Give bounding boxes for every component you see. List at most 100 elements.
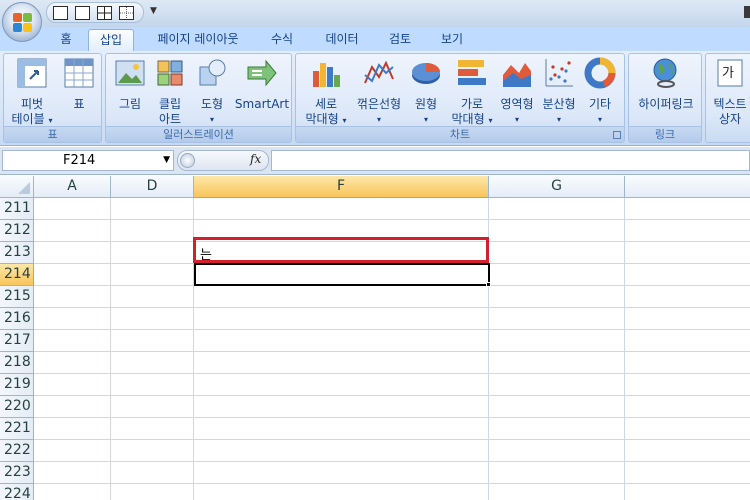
pie-chart-button[interactable]: 원형 ▾: [408, 57, 444, 127]
dropdown-arrow-icon: ▾: [488, 116, 493, 125]
scatter-chart-button[interactable]: 분산형 ▾: [538, 57, 580, 127]
clip-art-label-2: 아트: [158, 112, 182, 126]
area-chart-icon: [503, 63, 531, 87]
name-box[interactable]: F214 ▼: [2, 150, 174, 171]
smartart-button[interactable]: SmartArt: [234, 57, 290, 112]
column-header-d[interactable]: D: [111, 176, 194, 198]
column-header-next[interactable]: [625, 176, 750, 198]
column-header-f[interactable]: F: [194, 176, 489, 198]
smartart-icon: [247, 59, 277, 87]
name-box-dropdown-icon[interactable]: ▼: [163, 151, 170, 170]
row-header-213[interactable]: 213: [0, 242, 34, 264]
row-header-216[interactable]: 216: [0, 308, 34, 330]
row-header-212[interactable]: 212: [0, 220, 34, 242]
tab-data[interactable]: 데이터: [316, 29, 368, 51]
ribbon-tabs: 홈 삽입 페이지 레이아웃 수식 데이터 검토 보기: [0, 27, 750, 51]
resize-handle-icon[interactable]: [180, 153, 195, 168]
other-chart-button[interactable]: 기타 ▾: [582, 57, 618, 127]
globe-link-icon: [653, 58, 677, 88]
border-outer-icon[interactable]: [75, 6, 90, 20]
pie-chart-label: 원형: [414, 97, 438, 111]
shapes-button[interactable]: 도형 ▾: [194, 57, 230, 127]
border-inner-dotted-icon[interactable]: [119, 6, 134, 20]
office-logo-icon: [13, 13, 33, 33]
column-header-a[interactable]: A: [34, 176, 111, 198]
row-header-215[interactable]: 215: [0, 286, 34, 308]
customize-qat-dropdown-icon[interactable]: ▼: [150, 6, 157, 16]
textbox-label-2: 상자: [718, 112, 742, 126]
title-bar: ▼: [0, 0, 750, 27]
formula-controls: fx: [177, 150, 269, 171]
scatter-chart-icon: [545, 59, 573, 87]
textbox-button[interactable]: 가 텍스트 상자: [708, 57, 750, 127]
picture-button[interactable]: 그림: [112, 57, 148, 112]
spreadsheet-grid[interactable]: A D F G 211 212 213 214 215 216 217 218 …: [0, 176, 750, 500]
pivot-label-2: 테이블: [11, 112, 45, 126]
charts-dialog-launcher-icon[interactable]: [613, 131, 621, 139]
clip-art-button[interactable]: 클립 아트: [152, 57, 188, 127]
column-chart-button[interactable]: 세로 막대형 ▾: [300, 57, 352, 128]
tab-home[interactable]: 홈: [50, 29, 82, 51]
pivot-table-icon: [17, 58, 47, 88]
select-all-button[interactable]: [0, 176, 34, 198]
picture-icon: [115, 60, 145, 86]
tab-review[interactable]: 검토: [380, 29, 420, 51]
row-header-224[interactable]: 224: [0, 484, 34, 500]
other-chart-label: 기타: [588, 97, 612, 111]
doughnut-chart-icon: [584, 57, 616, 89]
row-header-219[interactable]: 219: [0, 374, 34, 396]
highlight-box: [193, 237, 489, 263]
table-icon: [64, 58, 94, 88]
office-button[interactable]: [2, 2, 42, 42]
ribbon: 피벗 테이블 ▾ 표 표 그림 클립 아트 도형 ▾ SmartArt 일러스트…: [0, 51, 750, 146]
tab-insert[interactable]: 삽입: [88, 29, 134, 51]
dropdown-arrow-icon: ▾: [209, 115, 214, 124]
bar-chart-label-1: 가로: [460, 97, 484, 111]
insert-function-icon[interactable]: fx: [250, 152, 261, 166]
pivot-table-button[interactable]: 피벗 테이블 ▾: [8, 57, 56, 128]
textbox-label-1: 텍스트: [713, 97, 747, 111]
dropdown-arrow-icon: ▾: [597, 115, 602, 124]
row-header-220[interactable]: 220: [0, 396, 34, 418]
fill-handle[interactable]: [486, 282, 491, 287]
table-button[interactable]: 표: [60, 57, 98, 112]
row-header-214[interactable]: 214: [0, 264, 34, 286]
bar-chart-label-2: 막대형: [451, 112, 485, 126]
group-label-links: 링크: [629, 126, 701, 142]
hyperlink-label: 하이퍼링크: [638, 97, 694, 111]
tab-page-layout[interactable]: 페이지 레이아웃: [146, 29, 250, 51]
group-illustrations: 그림 클립 아트 도형 ▾ SmartArt 일러스트레이션: [105, 53, 292, 143]
active-cell-f214[interactable]: [194, 263, 490, 286]
area-chart-button[interactable]: 영역형 ▾: [496, 57, 538, 127]
group-charts: 세로 막대형 ▾ 꺾은선형 ▾ 원형 ▾ 가로 막대형 ▾ 영역형 ▾ 분산형 …: [295, 53, 625, 143]
clip-art-icon: [157, 60, 183, 86]
dropdown-arrow-icon: ▾: [342, 116, 347, 125]
row-header-211[interactable]: 211: [0, 198, 34, 220]
group-label-charts: 차트: [296, 126, 624, 142]
line-chart-label: 꺾은선형: [356, 97, 402, 111]
tab-formulas[interactable]: 수식: [262, 29, 302, 51]
column-header-g[interactable]: G: [489, 176, 625, 198]
row-header-222[interactable]: 222: [0, 440, 34, 462]
row-header-218[interactable]: 218: [0, 352, 34, 374]
window-edge: [744, 6, 750, 18]
border-all-icon[interactable]: [97, 6, 112, 20]
table-label: 표: [73, 97, 85, 111]
row-header-217[interactable]: 217: [0, 330, 34, 352]
dropdown-arrow-icon: ▾: [514, 115, 519, 124]
quick-access-toolbar: [46, 2, 144, 23]
area-chart-label: 영역형: [500, 97, 534, 111]
save-icon[interactable]: [53, 6, 68, 20]
svg-text:가: 가: [722, 66, 734, 81]
tab-view[interactable]: 보기: [432, 29, 472, 51]
formula-input[interactable]: [271, 150, 750, 171]
row-header-223[interactable]: 223: [0, 462, 34, 484]
bar-chart-button[interactable]: 가로 막대형 ▾: [446, 57, 498, 128]
line-chart-button[interactable]: 꺾은선형 ▾: [352, 57, 406, 127]
row-header-221[interactable]: 221: [0, 418, 34, 440]
dropdown-arrow-icon: ▾: [376, 115, 381, 124]
hyperlink-button[interactable]: 하이퍼링크: [631, 57, 701, 112]
shapes-icon: [199, 59, 226, 86]
group-text: 가 텍스트 상자: [705, 53, 750, 143]
group-links: 하이퍼링크 링크: [628, 53, 702, 143]
